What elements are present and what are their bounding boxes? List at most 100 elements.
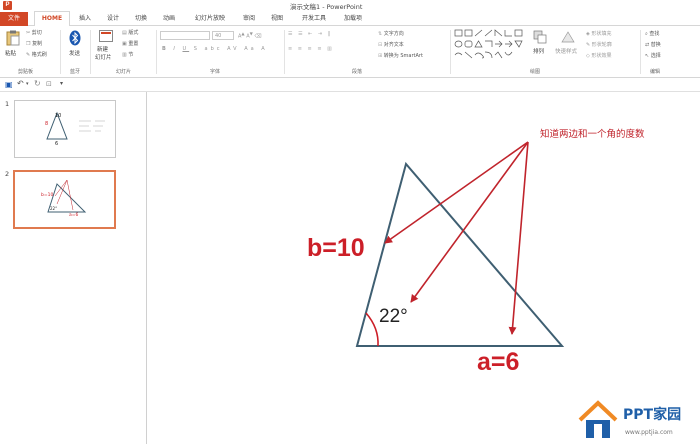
- thumbnail-label: a=6: [69, 213, 79, 218]
- slide-thumbnail-pane: 1 8 10 6 2 b=10 22° a=6: [0, 92, 147, 444]
- paste-label: 粘贴: [5, 51, 17, 57]
- quick-styles-icon: [561, 31, 575, 43]
- annotation-text[interactable]: 知道两边和一个角的度数: [540, 126, 645, 140]
- replace-icon: ⇄: [645, 42, 650, 48]
- arrange-label: 排列: [533, 49, 545, 55]
- font-name-select[interactable]: [160, 31, 210, 40]
- tab-view[interactable]: 视图: [266, 12, 288, 26]
- group-label-slides: 幻灯片: [116, 69, 132, 75]
- arrow-to-a: [508, 141, 529, 335]
- font-style-buttons[interactable]: B I U S abc AV Aa A: [162, 46, 268, 52]
- shape-fill-label: 形状填充: [591, 31, 612, 37]
- tab-review[interactable]: 审阅: [238, 12, 260, 26]
- list-buttons[interactable]: ☰ ☰ ⇤ ⇥ ‖: [288, 31, 332, 37]
- group-label-clipboard: 剪贴板: [18, 69, 34, 75]
- new-slide-icon: [99, 30, 113, 42]
- save-icon[interactable]: ▣: [5, 80, 13, 89]
- quick-access-toolbar: ▣ ↶ ▾ ↻ ⊡ ▾: [0, 78, 700, 92]
- text-direction-button[interactable]: ⇅ 文字方向: [378, 30, 404, 37]
- slide-thumbnail-2[interactable]: b=10 22° a=6: [13, 170, 116, 229]
- thumbnail-label: b=10: [41, 193, 54, 198]
- text-direction-label: 文字方向: [383, 31, 404, 37]
- tab-file[interactable]: 文件: [0, 12, 28, 26]
- section-label: 节: [128, 52, 134, 58]
- tab-developer[interactable]: 开发工具: [296, 12, 332, 26]
- group-separator: [640, 30, 641, 74]
- pen-icon: ✎: [586, 42, 591, 48]
- bluetooth-send-button[interactable]: 发送: [66, 29, 84, 65]
- tab-addins[interactable]: 加载项: [338, 12, 368, 26]
- shapes-gallery[interactable]: [454, 29, 526, 65]
- side-a-label[interactable]: a=6: [477, 348, 519, 377]
- align-buttons[interactable]: ≡ ≡ ≡ ≡ ▥: [288, 46, 334, 52]
- align-text-label: 对齐文本: [383, 42, 404, 48]
- layout-icon: ▤: [122, 30, 127, 36]
- thumbnail-label: 8: [45, 121, 49, 127]
- customize-qat-icon[interactable]: ▾: [60, 80, 63, 87]
- reset-button[interactable]: ▣ 重置: [122, 40, 138, 47]
- arrange-icon: [533, 30, 547, 44]
- cut-button[interactable]: ✂ 剪切: [26, 29, 42, 36]
- group-separator: [156, 30, 157, 74]
- smartart-button[interactable]: ⊞ 转换为 SmartArt: [378, 52, 423, 59]
- tab-transitions[interactable]: 切换: [130, 12, 152, 26]
- paste-button[interactable]: 粘贴: [4, 29, 22, 61]
- watermark-brand: PPT家园: [623, 407, 682, 423]
- slide-editor[interactable]: 知道两边和一个角的度数 b=10 22° a=6 PPT家园 www.pptji…: [147, 92, 700, 444]
- reset-label: 重置: [128, 41, 139, 47]
- arrow-to-b: [384, 141, 529, 244]
- tab-design[interactable]: 设计: [102, 12, 124, 26]
- layout-button[interactable]: ▤ 版式: [122, 29, 138, 36]
- font-size-value: 40: [215, 33, 222, 39]
- new-slide-label-2: 幻灯片: [95, 55, 112, 61]
- undo-dropdown-icon[interactable]: ▾: [26, 81, 29, 87]
- text-direction-icon: ⇅: [378, 31, 383, 37]
- replace-button[interactable]: ⇄ 替换: [645, 41, 661, 48]
- brush-icon: ✎: [26, 52, 31, 58]
- new-slide-label: 新建: [97, 47, 109, 53]
- start-slideshow-icon[interactable]: ⊡: [46, 80, 52, 88]
- thumbnail-number: 2: [5, 170, 10, 178]
- shape-outline-button[interactable]: ✎ 形状轮廓: [586, 41, 612, 48]
- tab-animations[interactable]: 动画: [158, 12, 180, 26]
- tab-home[interactable]: HOME: [34, 11, 70, 26]
- shape-fill-button[interactable]: ◈ 形状填充: [586, 30, 611, 37]
- group-label-bluetooth: 蓝牙: [70, 69, 81, 75]
- side-b-label[interactable]: b=10: [307, 234, 365, 263]
- select-button[interactable]: ↖ 选择: [645, 52, 661, 59]
- slide-thumbnail-1[interactable]: 8 10 6: [14, 100, 116, 158]
- scissors-icon: ✂: [26, 30, 31, 36]
- cut-label: 剪切: [31, 30, 42, 36]
- new-slide-button[interactable]: 新建 幻灯片: [94, 29, 118, 65]
- format-painter-button[interactable]: ✎ 格式刷: [26, 51, 47, 58]
- tab-insert[interactable]: 插入: [74, 12, 96, 26]
- clipboard-icon: [6, 30, 20, 46]
- find-label: 查找: [649, 31, 660, 37]
- group-separator: [90, 30, 91, 74]
- effects-icon: ◇: [586, 53, 590, 59]
- align-text-button[interactable]: ⊟ 对齐文本: [378, 41, 404, 48]
- thumbnail-label: 6: [55, 141, 59, 147]
- section-button[interactable]: ▥ 节: [122, 51, 133, 58]
- cursor-icon: ↖: [645, 53, 650, 59]
- window-title: 演示文稿1 - PowerPoint: [290, 3, 363, 11]
- ribbon-tabs: 文件 HOME 插入 设计 切换 动画 幻灯片放映 审阅 视图 开发工具 加载项: [0, 11, 700, 26]
- shape-effects-button[interactable]: ◇ 形状效果: [586, 52, 611, 59]
- section-icon: ▥: [122, 52, 127, 58]
- find-button[interactable]: ⌕ 查找: [645, 30, 659, 37]
- font-grow-shrink[interactable]: A▲ A▼ ⌫: [238, 31, 262, 40]
- group-separator: [284, 30, 285, 74]
- powerpoint-icon[interactable]: P: [3, 1, 12, 10]
- tab-slideshow[interactable]: 幻灯片放映: [188, 12, 232, 26]
- undo-icon[interactable]: ↶: [17, 79, 24, 88]
- redo-icon[interactable]: ↻: [34, 79, 41, 88]
- quick-styles-button[interactable]: 快速样式: [554, 29, 582, 65]
- watermark-url: www.pptjia.com: [625, 429, 673, 436]
- angle-label[interactable]: 22°: [379, 306, 408, 328]
- search-icon: ⌕: [645, 31, 648, 37]
- ribbon: 粘贴 ✂ 剪切 ❐ 复制 ✎ 格式刷 剪贴板 发送 蓝牙 新建 幻灯片 ▤ 版式…: [0, 26, 700, 78]
- font-size-select[interactable]: 40: [212, 31, 234, 40]
- arrange-button[interactable]: 排列: [530, 29, 550, 65]
- copy-button[interactable]: ❐ 复制: [26, 40, 42, 47]
- group-separator: [60, 30, 61, 74]
